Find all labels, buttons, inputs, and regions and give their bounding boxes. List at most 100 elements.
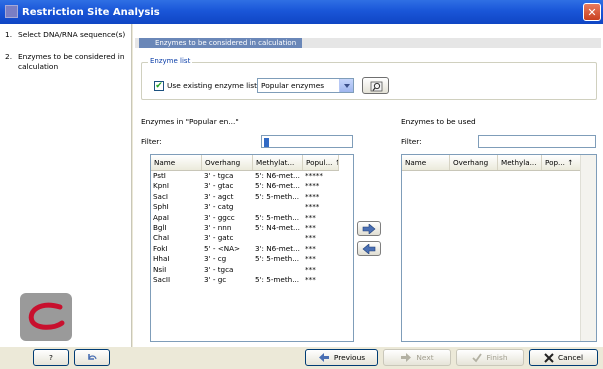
available-filter-label: Filter:: [141, 137, 162, 146]
selected-filter-input[interactable]: [478, 135, 596, 148]
next-button[interactable]: Next: [383, 349, 451, 366]
table-row[interactable]: FokI 5' - <NA> 3': N6-met... ***: [151, 244, 339, 254]
add-enzyme-button[interactable]: [357, 221, 381, 236]
cell-overhang: 3' - tgca: [204, 264, 234, 274]
cell-name: FokI: [153, 243, 168, 253]
cancel-button[interactable]: Cancel: [529, 349, 598, 366]
table-row[interactable]: BglI 3' - nnn 5': N4-met... ***: [151, 223, 339, 233]
enzyme-list-select-value: Popular enzymes: [261, 81, 325, 90]
table-row[interactable]: KpnI 3' - gtac 5': N6-met... ****: [151, 181, 339, 191]
browse-enzyme-list-button[interactable]: [362, 77, 389, 94]
text-caret: [264, 137, 269, 147]
table-row[interactable]: ChaI 3' - gatc ***: [151, 233, 339, 243]
undo-icon: [88, 353, 97, 360]
table-header: Name Overhang Methylat... Popul... ↑: [151, 155, 339, 171]
use-existing-list-label: Use existing enzyme list: [167, 81, 257, 90]
available-enzymes-table[interactable]: Name Overhang Methylat... Popul... ↑ Pst…: [150, 154, 354, 342]
cell-popularity: ***: [305, 274, 316, 284]
previous-button[interactable]: Previous: [305, 349, 378, 366]
cell-overhang: 3' - catg: [204, 202, 234, 212]
window-title: Restriction Site Analysis: [22, 6, 160, 18]
arrow-left-icon: [362, 243, 376, 254]
table-header: Name Overhang Methyla... Pop... ↑: [402, 155, 582, 171]
previous-label: Previous: [333, 353, 366, 362]
available-enzymes-title: Enzymes in "Popular en...": [141, 117, 239, 126]
cancel-x-icon: [544, 352, 554, 363]
column-header-methylation[interactable]: Methylat...: [253, 155, 303, 170]
cell-overhang: 5' - <NA>: [204, 243, 241, 253]
finish-label: Finish: [486, 353, 508, 362]
cell-name: PstI: [153, 171, 166, 180]
cell-methylation: 5': N6-met...: [255, 171, 300, 180]
cell-name: NsiI: [153, 264, 167, 274]
cell-overhang: 3' - ggcc: [204, 212, 235, 222]
cell-overhang: 3' - agct: [204, 191, 234, 201]
arrow-right-icon: [362, 223, 376, 234]
cell-overhang: 3' - nnn: [204, 222, 232, 232]
enzyme-list-select[interactable]: Popular enzymes: [257, 78, 354, 93]
cell-popularity: ***: [305, 254, 316, 264]
selected-enzymes-title: Enzymes to be used: [401, 117, 476, 126]
cell-overhang: 3' - gc: [204, 274, 227, 284]
app-icon: [5, 5, 18, 18]
cell-popularity: ****: [305, 191, 320, 201]
table-row[interactable]: HhaI 3' - cg 5': 5-meth... ***: [151, 254, 339, 264]
step-label: Enzymes to be considered in calculation: [18, 52, 125, 71]
arrow-left-icon: [318, 353, 329, 362]
cell-popularity: ****: [305, 202, 320, 212]
table-row[interactable]: NsiI 3' - tgca ***: [151, 265, 339, 275]
column-header-overhang[interactable]: Overhang: [450, 155, 498, 170]
cell-name: HhaI: [153, 254, 170, 264]
cell-methylation: [253, 233, 303, 243]
next-label: Next: [416, 353, 434, 362]
selected-enzymes-table[interactable]: Name Overhang Methyla... Pop... ↑: [401, 154, 597, 342]
cell-methylation: 5': 5-meth...: [255, 274, 300, 284]
cell-methylation: 5': 5-meth...: [255, 212, 300, 222]
wizard-steps-panel: 1. Select DNA/RNA sequence(s) 2. Enzymes…: [0, 24, 132, 347]
main-panel: Enzymes to be considered in calculation …: [133, 24, 603, 347]
cell-methylation: 5': 5-meth...: [255, 254, 300, 264]
cell-popularity: ***: [305, 243, 316, 253]
remove-enzyme-button[interactable]: [357, 241, 381, 256]
section-header: Enzymes to be considered in calculation: [135, 38, 601, 48]
table-row[interactable]: ApaI 3' - ggcc 5': 5-meth... ***: [151, 213, 339, 223]
cell-overhang: 3' - gatc: [204, 233, 234, 243]
cell-name: ChaI: [153, 233, 170, 243]
column-header-methylation[interactable]: Methyla...: [498, 155, 542, 170]
use-existing-list-checkbox[interactable]: ✔: [154, 81, 164, 91]
cell-popularity: ***: [305, 233, 316, 243]
cell-methylation: 5': N4-met...: [255, 222, 300, 232]
step-label: Select DNA/RNA sequence(s): [18, 30, 126, 39]
table-row[interactable]: SacI 3' - agct 5': 5-meth... ****: [151, 192, 339, 202]
chevron-down-icon[interactable]: [339, 79, 353, 92]
cell-name: SphI: [153, 202, 169, 212]
help-button[interactable]: ?: [33, 349, 69, 366]
cell-name: KpnI: [153, 181, 169, 191]
table-row[interactable]: SacII 3' - gc 5': 5-meth... ***: [151, 275, 339, 285]
arrow-right-icon: [401, 353, 412, 362]
column-header-name[interactable]: Name: [151, 155, 202, 170]
step-number: 2.: [5, 52, 13, 61]
folder-search-icon: [370, 81, 383, 92]
check-icon: [472, 352, 483, 362]
finish-button[interactable]: Finish: [456, 349, 524, 366]
cell-methylation: 5': 5-meth...: [255, 191, 300, 201]
table-row[interactable]: PstI 3' - tgca 5': N6-met... *****: [151, 171, 339, 181]
cell-overhang: 3' - tgca: [204, 171, 234, 180]
close-button[interactable]: ✕: [583, 3, 601, 21]
column-header-popularity[interactable]: Popul... ↑: [303, 155, 339, 170]
cell-methylation: 5': N6-met...: [255, 181, 300, 191]
column-header-name[interactable]: Name: [402, 155, 450, 170]
available-filter-input[interactable]: [261, 135, 353, 148]
reset-button[interactable]: [74, 349, 110, 366]
column-header-overhang[interactable]: Overhang: [202, 155, 253, 170]
column-header-popularity[interactable]: Pop... ↑: [542, 155, 582, 170]
help-label: ?: [49, 353, 53, 362]
table-row[interactable]: SphI 3' - catg ****: [151, 202, 339, 212]
cell-methylation: [253, 265, 303, 275]
vertical-scrollbar[interactable]: [580, 155, 596, 341]
cell-methylation: 3': N6-met...: [255, 243, 300, 253]
cell-popularity: ***: [305, 222, 316, 232]
selected-filter-label: Filter:: [401, 137, 422, 146]
app-logo: [20, 293, 72, 341]
